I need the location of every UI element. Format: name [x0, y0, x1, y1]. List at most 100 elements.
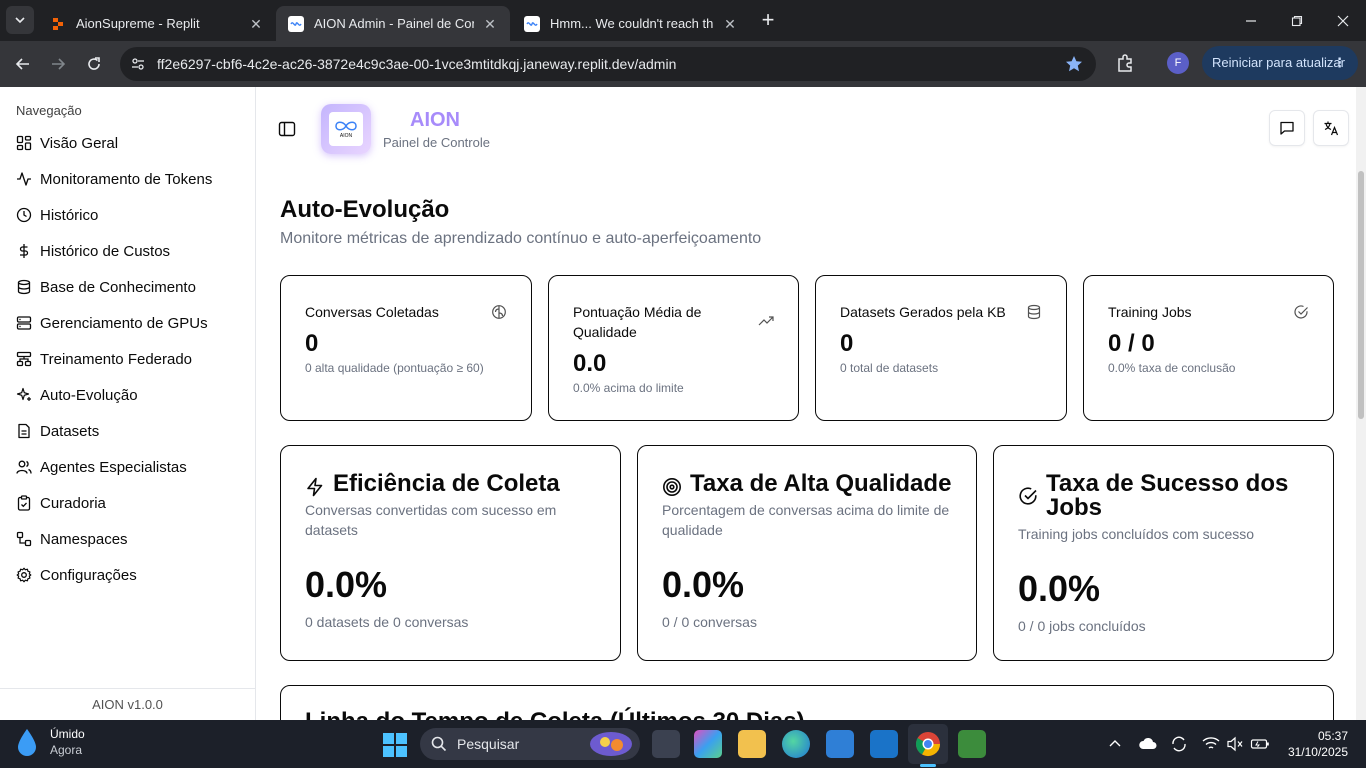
weather-widget[interactable]: Úmido Agora	[14, 726, 85, 758]
close-tab-icon[interactable]: ✕	[722, 16, 738, 32]
cloud-icon[interactable]	[1138, 736, 1158, 752]
forward-button[interactable]	[43, 49, 73, 79]
sidebar-item-label: Visão Geral	[40, 134, 119, 152]
tab-title: AionSupreme - Replit	[76, 16, 200, 31]
back-button[interactable]	[8, 49, 38, 79]
sidebar-item-treinamento-federado[interactable]: Treinamento Federado	[8, 343, 248, 375]
stat-value: 0	[840, 330, 854, 357]
sidebar-item-base-conhecimento[interactable]: Base de Conhecimento	[8, 271, 248, 303]
chat-button[interactable]	[1269, 110, 1305, 146]
tab-aion-admin[interactable]: AION Admin - Painel de Controle ✕	[276, 6, 510, 41]
sidebar-item-label: Monitoramento de Tokens	[40, 170, 213, 188]
sidebar-item-monitoramento-tokens[interactable]: Monitoramento de Tokens	[8, 163, 248, 195]
browser-tab-bar: AionSupreme - Replit ✕ AION Admin - Pain…	[0, 0, 1366, 41]
address-bar[interactable]: ff2e6297-cbf6-4c2e-ac26-3872e4c9c3ae-00-…	[120, 47, 1096, 81]
restore-button[interactable]	[1274, 0, 1320, 41]
clock-date: 31/10/2025	[1287, 745, 1348, 759]
sidebar-item-historico[interactable]: Histórico	[8, 199, 248, 231]
weather-label: Úmido	[50, 727, 85, 741]
url-text: ff2e6297-cbf6-4c2e-ac26-3872e4c9c3ae-00-…	[157, 56, 677, 72]
reload-button[interactable]	[79, 49, 109, 79]
stat-note: 0 total de datasets	[840, 361, 939, 375]
active-app-indicator	[920, 764, 936, 767]
tab-error-page[interactable]: Hmm... We couldn't reach this app ✕	[512, 6, 750, 41]
extensions-icon[interactable]	[1112, 51, 1138, 77]
reload-icon	[88, 57, 100, 70]
sidebar-item-label: Histórico de Custos	[40, 242, 171, 260]
sidebar-item-curadoria[interactable]: Curadoria	[8, 487, 248, 519]
volume-muted-icon[interactable]	[1226, 736, 1244, 752]
logo-text: AION	[339, 132, 353, 139]
update-label: Reiniciar para atualizar	[1212, 55, 1345, 70]
store-app-icon[interactable]	[826, 730, 854, 758]
language-button[interactable]	[1313, 110, 1349, 146]
sidebar-toggle-icon[interactable]	[278, 120, 296, 138]
main-content: AION AION Painel de Controle Auto-Evoluç…	[256, 87, 1366, 720]
sidebar-item-historico-custos[interactable]: Histórico de Custos	[8, 235, 248, 267]
stat-card-conversas: Conversas Coletadas 0 0 alta qualidade (…	[280, 275, 532, 421]
sidebar-item-label: Auto-Evolução	[40, 386, 138, 404]
metric-description: Training jobs concluídos com sucesso	[1018, 526, 1255, 542]
outlook-app-icon[interactable]	[870, 730, 898, 758]
wifi-icon[interactable]	[1202, 736, 1220, 752]
sync-icon[interactable]	[1170, 735, 1188, 753]
metric-card-sucesso-jobs: Taxa de Sucesso dos Jobs Training jobs c…	[993, 445, 1334, 661]
sidebar-item-datasets[interactable]: Datasets	[8, 415, 248, 447]
chrome-icon[interactable]	[914, 730, 942, 758]
chevron-up-icon[interactable]	[1108, 737, 1122, 751]
windows-start-icon[interactable]	[383, 733, 407, 757]
edge-browser-icon[interactable]	[782, 730, 810, 758]
aion-favicon-icon	[524, 15, 540, 32]
site-info-icon[interactable]	[130, 56, 146, 72]
tab-title: AION Admin - Painel de Controle	[314, 16, 474, 31]
sidebar-item-visao-geral[interactable]: Visão Geral	[8, 127, 248, 159]
profile-avatar[interactable]: F	[1167, 52, 1189, 74]
app-version: AION v1.0.0	[0, 688, 255, 720]
tab-title: Hmm... We couldn't reach this app	[550, 16, 714, 31]
metric-note: 0 datasets de 0 conversas	[305, 614, 469, 630]
close-tab-icon[interactable]: ✕	[482, 16, 498, 32]
stat-title: Datasets Gerados pela KB	[840, 304, 1006, 320]
taskbar-search[interactable]: Pesquisar	[420, 728, 640, 760]
database-icon	[17, 279, 31, 295]
file-explorer-icon[interactable]	[738, 730, 766, 758]
metric-title: Eficiência de Coleta	[333, 470, 560, 497]
update-button[interactable]: Reiniciar para atualizar ⋮	[1202, 46, 1358, 80]
main-scrollbar[interactable]	[1356, 87, 1366, 720]
system-clock[interactable]: 05:37 31/10/2025	[1288, 728, 1348, 760]
bookmark-star-icon[interactable]	[1064, 54, 1084, 74]
task-view-icon[interactable]	[652, 730, 680, 758]
more-icon[interactable]: ⋮	[1333, 46, 1346, 80]
brand-subtitle: Painel de Controle	[383, 135, 490, 150]
weather-sub: Agora	[50, 743, 83, 757]
sidebar-item-agentes-especialistas[interactable]: Agentes Especialistas	[8, 451, 248, 483]
tab-replit[interactable]: AionSupreme - Replit ✕	[38, 6, 276, 41]
timeline-card: Linha do Tempo de Coleta (Últimos 30 Dia…	[280, 685, 1334, 720]
m365-app-icon[interactable]	[694, 730, 722, 758]
metric-note: 0 / 0 jobs concluídos	[1018, 618, 1146, 634]
notes-app-icon[interactable]	[958, 730, 986, 758]
sidebar-item-gerenciamento-gpus[interactable]: Gerenciamento de GPUs	[8, 307, 248, 339]
browser-toolbar: ff2e6297-cbf6-4c2e-ac26-3872e4c9c3ae-00-…	[0, 41, 1366, 87]
minimize-button[interactable]	[1228, 0, 1274, 41]
scrollbar-thumb[interactable]	[1358, 171, 1364, 419]
stat-value: 0 / 0	[1108, 330, 1155, 357]
check-circle-icon	[1019, 487, 1037, 505]
close-tab-icon[interactable]: ✕	[248, 16, 264, 32]
stat-title: Conversas Coletadas	[305, 304, 439, 320]
trending-up-icon	[758, 316, 774, 326]
dollar-icon	[19, 244, 29, 258]
new-tab-button[interactable]: +	[757, 9, 779, 31]
tab-search-button[interactable]	[6, 6, 34, 34]
stat-value: 0	[305, 330, 319, 357]
battery-icon[interactable]	[1250, 736, 1270, 752]
replit-favicon-icon	[53, 17, 63, 30]
sidebar-item-auto-evolucao[interactable]: Auto-Evolução	[8, 379, 248, 411]
activity-icon	[17, 172, 31, 186]
metric-title: Taxa de Sucesso dos Jobs	[1046, 470, 1289, 521]
sidebar-item-namespaces[interactable]: Namespaces	[8, 523, 248, 555]
sidebar-item-configuracoes[interactable]: Configurações	[8, 559, 248, 591]
close-window-button[interactable]	[1320, 0, 1366, 41]
brain-icon	[492, 305, 506, 319]
sidebar: Navegação Visão Geral Monitoramento de T…	[0, 87, 256, 720]
